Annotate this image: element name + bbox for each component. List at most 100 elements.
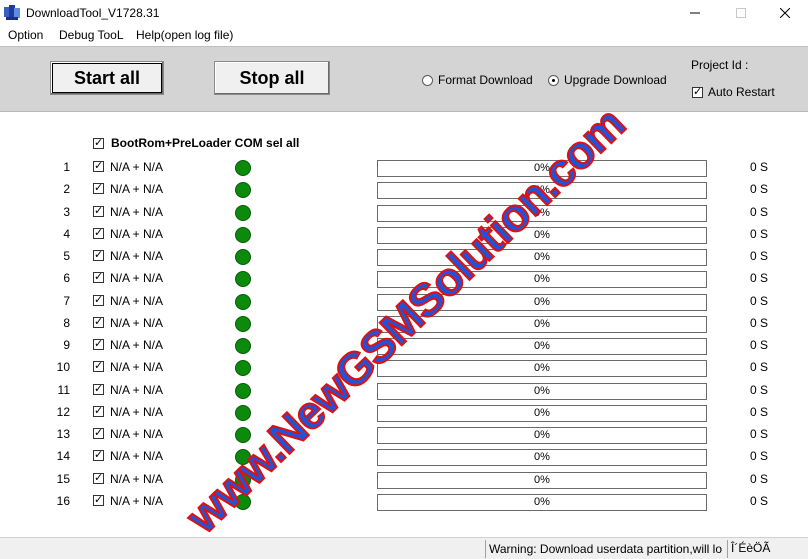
port-row: 3 N/A + N/A 0% 0 S <box>0 202 808 224</box>
elapsed-time: 0 S <box>749 182 768 196</box>
port-row: 14 N/A + N/A 0% 0 S <box>0 446 808 468</box>
port-name: N/A + N/A <box>110 449 164 463</box>
elapsed-time: 0 S <box>749 360 768 374</box>
port-number: 3 <box>63 205 70 219</box>
menu-debug-tool[interactable]: Debug TooL <box>59 28 124 42</box>
toolbar: Start all Stop all Format Download Upgra… <box>0 46 808 112</box>
port-name: N/A + N/A <box>110 205 164 219</box>
window-title: DownloadTool_V1728.31 <box>26 6 160 20</box>
port-checkbox[interactable] <box>93 426 104 439</box>
elapsed-time: 0 S <box>749 160 768 174</box>
progress-percent: 0% <box>534 451 550 463</box>
elapsed-time: 0 S <box>749 249 768 263</box>
port-number: 9 <box>63 338 70 352</box>
elapsed-time: 0 S <box>749 294 768 308</box>
auto-restart-check[interactable] <box>692 85 703 98</box>
port-number: 6 <box>63 271 70 285</box>
port-row: 9 N/A + N/A 0% 0 S <box>0 335 808 357</box>
maximize-icon <box>736 8 746 18</box>
progress-bar: 0% <box>377 205 707 222</box>
port-name: N/A + N/A <box>110 427 164 441</box>
status-divider <box>727 540 728 558</box>
port-checkbox[interactable] <box>93 471 104 484</box>
progress-bar: 0% <box>377 294 707 311</box>
status-code: Î´ÉèÖÃ <box>731 541 771 555</box>
elapsed-time: 0 S <box>749 316 768 330</box>
port-checkbox[interactable] <box>93 293 104 306</box>
auto-restart-checkbox[interactable]: Auto Restart <box>692 85 775 99</box>
port-checkbox[interactable] <box>93 448 104 461</box>
port-checkbox[interactable] <box>93 248 104 261</box>
progress-bar: 0% <box>377 227 707 244</box>
port-checkbox[interactable] <box>93 359 104 372</box>
menu-help[interactable]: Help(open log file) <box>136 28 233 42</box>
title-bar: DownloadTool_V1728.31 <box>0 0 808 26</box>
close-button[interactable] <box>762 0 808 26</box>
port-name: N/A + N/A <box>110 383 164 397</box>
stop-all-button[interactable]: Stop all <box>214 61 330 95</box>
minimize-button[interactable] <box>672 0 718 26</box>
maximize-button[interactable] <box>718 0 764 26</box>
progress-percent: 0% <box>534 296 550 308</box>
port-checkbox[interactable] <box>93 270 104 283</box>
port-checkbox[interactable] <box>93 181 104 194</box>
port-number: 1 <box>63 160 70 174</box>
progress-percent: 0% <box>534 340 550 352</box>
port-row: 13 N/A + N/A 0% 0 S <box>0 424 808 446</box>
port-number: 4 <box>63 227 70 241</box>
port-checkbox[interactable] <box>93 204 104 217</box>
progress-percent: 0% <box>534 474 550 486</box>
port-checkbox[interactable] <box>93 159 104 172</box>
status-led <box>235 294 251 310</box>
status-led <box>235 472 251 488</box>
status-led <box>235 338 251 354</box>
port-number: 12 <box>56 405 70 419</box>
port-number: 13 <box>56 427 70 441</box>
project-id-label: Project Id : <box>691 58 749 72</box>
upgrade-download-radio[interactable]: Upgrade Download <box>548 73 667 87</box>
port-checkbox[interactable] <box>93 404 104 417</box>
port-row: 2 N/A + N/A 0% 0 S <box>0 179 808 201</box>
port-row: 1 N/A + N/A 0% 0 S <box>0 157 808 179</box>
sel-all-checkbox[interactable]: BootRom+PreLoader COM sel all <box>93 136 299 150</box>
port-checkbox[interactable] <box>93 382 104 395</box>
status-led <box>235 449 251 465</box>
status-led <box>235 427 251 443</box>
port-number: 2 <box>63 182 70 196</box>
progress-percent: 0% <box>534 184 550 196</box>
port-row: 12 N/A + N/A 0% 0 S <box>0 402 808 424</box>
progress-bar: 0% <box>377 472 707 489</box>
elapsed-time: 0 S <box>749 449 768 463</box>
port-checkbox[interactable] <box>93 315 104 328</box>
format-download-radio[interactable]: Format Download <box>422 73 533 87</box>
port-row: 4 N/A + N/A 0% 0 S <box>0 224 808 246</box>
progress-bar: 0% <box>377 316 707 333</box>
port-name: N/A + N/A <box>110 227 164 241</box>
port-number: 15 <box>56 472 70 486</box>
progress-bar: 0% <box>377 249 707 266</box>
minimize-icon <box>690 12 700 14</box>
port-checkbox[interactable] <box>93 226 104 239</box>
port-row: 5 N/A + N/A 0% 0 S <box>0 246 808 268</box>
port-name: N/A + N/A <box>110 294 164 308</box>
port-row: 11 N/A + N/A 0% 0 S <box>0 380 808 402</box>
port-checkbox[interactable] <box>93 493 104 506</box>
status-led <box>235 271 251 287</box>
progress-bar: 0% <box>377 160 707 177</box>
start-all-button[interactable]: Start all <box>50 61 164 95</box>
port-name: N/A + N/A <box>110 182 164 196</box>
progress-percent: 0% <box>534 496 550 508</box>
status-led <box>235 360 251 376</box>
format-download-label: Format Download <box>438 73 533 87</box>
port-name: N/A + N/A <box>110 338 164 352</box>
port-number: 16 <box>56 494 70 508</box>
elapsed-time: 0 S <box>749 427 768 441</box>
menu-option[interactable]: Option <box>8 28 43 42</box>
status-led <box>235 249 251 265</box>
progress-percent: 0% <box>534 162 550 174</box>
port-checkbox[interactable] <box>93 337 104 350</box>
port-row: 6 N/A + N/A 0% 0 S <box>0 268 808 290</box>
sel-all-check[interactable] <box>93 136 104 149</box>
radio-upgrade-indicator <box>548 74 559 86</box>
port-number: 14 <box>56 449 70 463</box>
